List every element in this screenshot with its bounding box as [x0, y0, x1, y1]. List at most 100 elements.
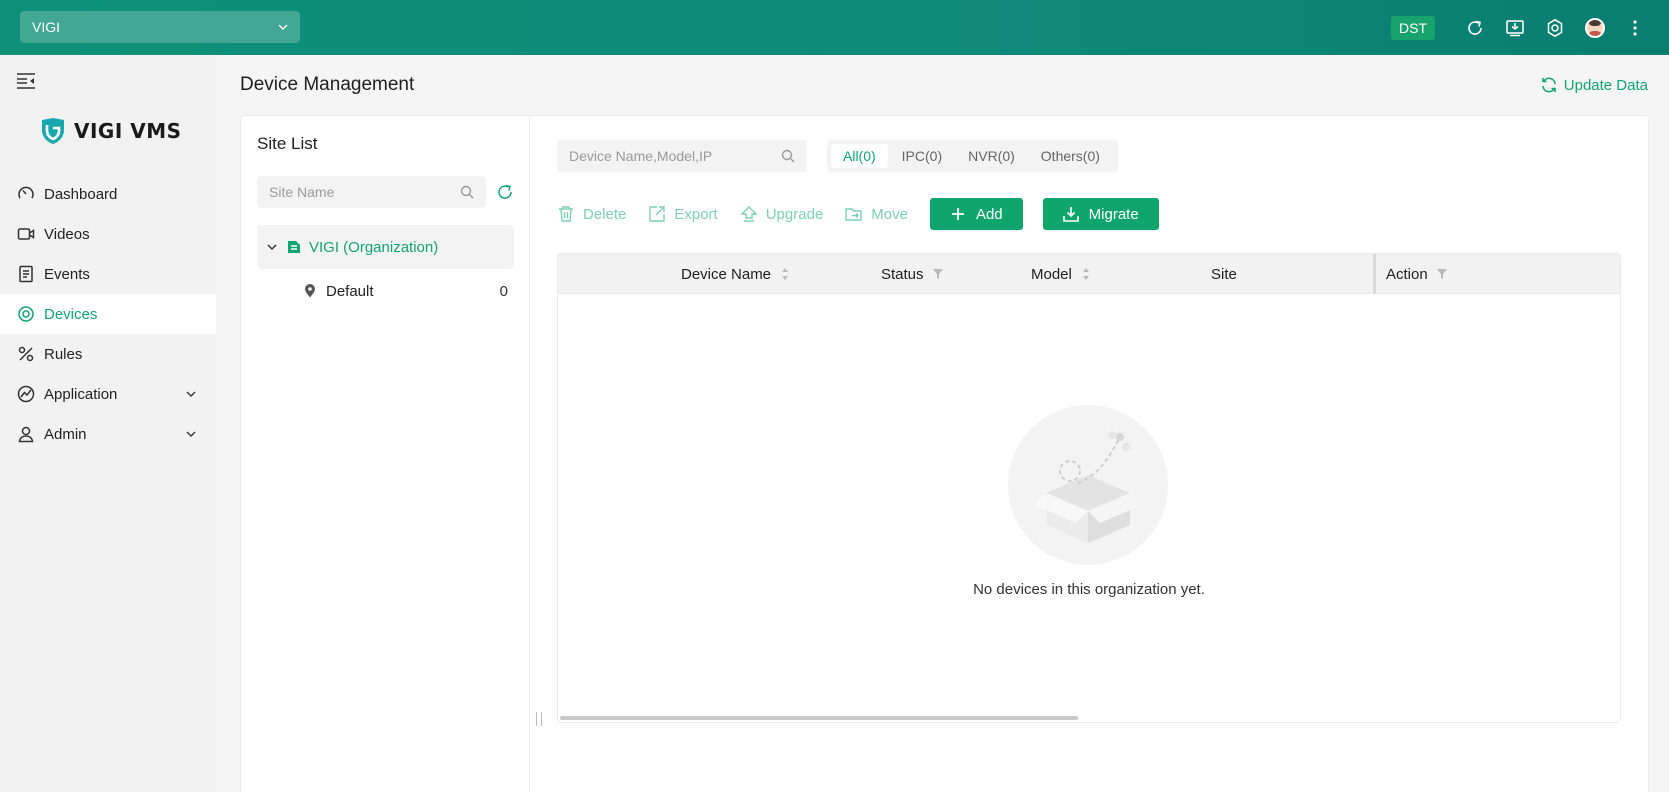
upgrade-label: Upgrade — [765, 205, 824, 223]
upgrade-button[interactable]: Upgrade — [740, 205, 824, 223]
device-management-card: Site List VIGI (Organization) Default 0 … — [240, 115, 1649, 792]
events-icon — [17, 265, 35, 283]
delete-button[interactable]: Delete — [557, 205, 626, 223]
tree-node-label: Default — [326, 282, 374, 300]
dashboard-icon — [17, 185, 35, 203]
sidebar-item-label: Videos — [44, 225, 90, 243]
search-icon[interactable] — [460, 185, 474, 199]
sidebar-item-devices[interactable]: Devices — [0, 294, 216, 334]
column-label: Device Name — [681, 265, 772, 283]
tab-ipc[interactable]: IPC(0) — [890, 144, 954, 168]
chevron-down-icon — [186, 431, 196, 437]
refresh-icon[interactable] — [496, 183, 514, 201]
column-label: Action — [1386, 265, 1428, 283]
organization-icon — [288, 241, 300, 253]
site-list-panel: Site List VIGI (Organization) Default 0 — [241, 116, 530, 792]
device-search-box — [557, 140, 807, 172]
vigi-shield-icon — [42, 118, 64, 144]
empty-box-illustration — [1008, 405, 1168, 565]
download-icon — [1062, 207, 1079, 222]
tree-node-site[interactable]: Default 0 — [257, 269, 514, 313]
device-type-tabs: All(0) IPC(0) NVR(0) Others(0) — [827, 140, 1118, 172]
delete-label: Delete — [583, 205, 627, 223]
sidebar: VIGI VMS Dashboard Videos Events Devices… — [0, 55, 216, 792]
sidebar-item-dashboard[interactable]: Dashboard — [0, 174, 216, 214]
sidebar-item-videos[interactable]: Videos — [0, 214, 216, 254]
column-site[interactable]: Site — [1211, 254, 1237, 294]
tab-others[interactable]: Others(0) — [1029, 144, 1112, 168]
avatar[interactable] — [1575, 8, 1615, 48]
folder-move-icon — [845, 208, 862, 221]
site-list-title: Site List — [257, 134, 318, 153]
admin-icon — [17, 425, 35, 443]
sidebar-item-admin[interactable]: Admin — [0, 414, 216, 454]
page-title: Device Management — [240, 74, 415, 95]
column-model[interactable]: Model — [1031, 254, 1090, 294]
table-header: Device Name Status Model Site Action — [558, 254, 1620, 294]
chevron-down-icon — [278, 24, 288, 30]
sidebar-nav: Dashboard Videos Events Devices Rules Ap… — [0, 174, 216, 454]
empty-state: No devices in this organization yet. — [558, 294, 1620, 722]
devices-icon — [17, 305, 35, 323]
sort-icon[interactable] — [1082, 267, 1090, 281]
column-action[interactable]: Action — [1386, 254, 1448, 294]
update-data-label: Update Data — [1563, 76, 1648, 94]
search-icon[interactable] — [781, 149, 795, 163]
filter-icon[interactable] — [932, 268, 944, 280]
export-button[interactable]: Export — [648, 205, 718, 223]
rules-icon — [17, 345, 35, 363]
action-column: Action — [1373, 254, 1620, 294]
sidebar-item-label: Application — [44, 385, 118, 403]
add-button[interactable]: Add — [929, 198, 1023, 230]
export-label: Export — [674, 205, 718, 223]
dst-badge: DST — [1391, 15, 1435, 40]
empty-state-text: No devices in this organization yet. — [973, 581, 1205, 598]
gear-icon[interactable] — [1535, 8, 1575, 48]
tree-node-organization[interactable]: VIGI (Organization) — [257, 225, 514, 269]
migrate-button[interactable]: Migrate — [1042, 198, 1159, 230]
download-icon[interactable] — [1495, 8, 1535, 48]
video-icon — [17, 225, 35, 243]
move-button[interactable]: Move — [845, 205, 908, 223]
tab-all[interactable]: All(0) — [831, 144, 888, 168]
sidebar-item-events[interactable]: Events — [0, 254, 216, 294]
update-data-button[interactable]: Update Data — [1540, 76, 1648, 94]
site-search-box — [257, 176, 486, 208]
move-label: Move — [871, 205, 908, 223]
top-bar: VIGI DST — [0, 0, 1669, 55]
panel-resize-handle[interactable] — [536, 712, 542, 726]
sidebar-item-rules[interactable]: Rules — [0, 334, 216, 374]
export-icon — [649, 206, 666, 222]
device-search-input[interactable] — [569, 148, 781, 164]
sidebar-item-label: Admin — [44, 425, 87, 443]
organization-select-value: VIGI — [32, 19, 61, 35]
add-label: Add — [975, 205, 1003, 223]
location-pin-icon — [305, 284, 315, 298]
horizontal-scrollbar[interactable] — [560, 716, 1078, 720]
sidebar-item-label: Dashboard — [44, 185, 118, 203]
more-vertical-icon[interactable] — [1615, 8, 1655, 48]
collapse-menu-icon[interactable] — [16, 72, 36, 90]
column-label: Status — [881, 265, 924, 283]
organization-select[interactable]: VIGI — [20, 11, 300, 43]
refresh-icon[interactable] — [1455, 8, 1495, 48]
sidebar-item-label: Rules — [44, 345, 83, 363]
site-search-input[interactable] — [269, 184, 460, 200]
logo-text: VIGI VMS — [74, 119, 182, 143]
sidebar-item-label: Events — [44, 265, 90, 283]
device-content: All(0) IPC(0) NVR(0) Others(0) Delete Ex… — [530, 116, 1648, 792]
column-device-name[interactable]: Device Name — [681, 254, 789, 294]
tree-node-label: VIGI (Organization) — [309, 238, 439, 256]
site-device-count: 0 — [499, 282, 508, 300]
filter-icon[interactable] — [1436, 268, 1448, 280]
tab-nvr[interactable]: NVR(0) — [956, 144, 1027, 168]
column-status[interactable]: Status — [881, 254, 944, 294]
device-toolbar: Delete Export Upgrade Move Add Migrate — [557, 198, 1179, 230]
sidebar-item-application[interactable]: Application — [0, 374, 216, 414]
trash-icon — [559, 206, 573, 222]
sort-icon[interactable] — [781, 267, 789, 281]
column-label: Model — [1031, 265, 1072, 283]
sidebar-item-label: Devices — [44, 305, 98, 323]
plus-icon — [951, 208, 964, 220]
chevron-down-icon[interactable] — [267, 242, 277, 252]
